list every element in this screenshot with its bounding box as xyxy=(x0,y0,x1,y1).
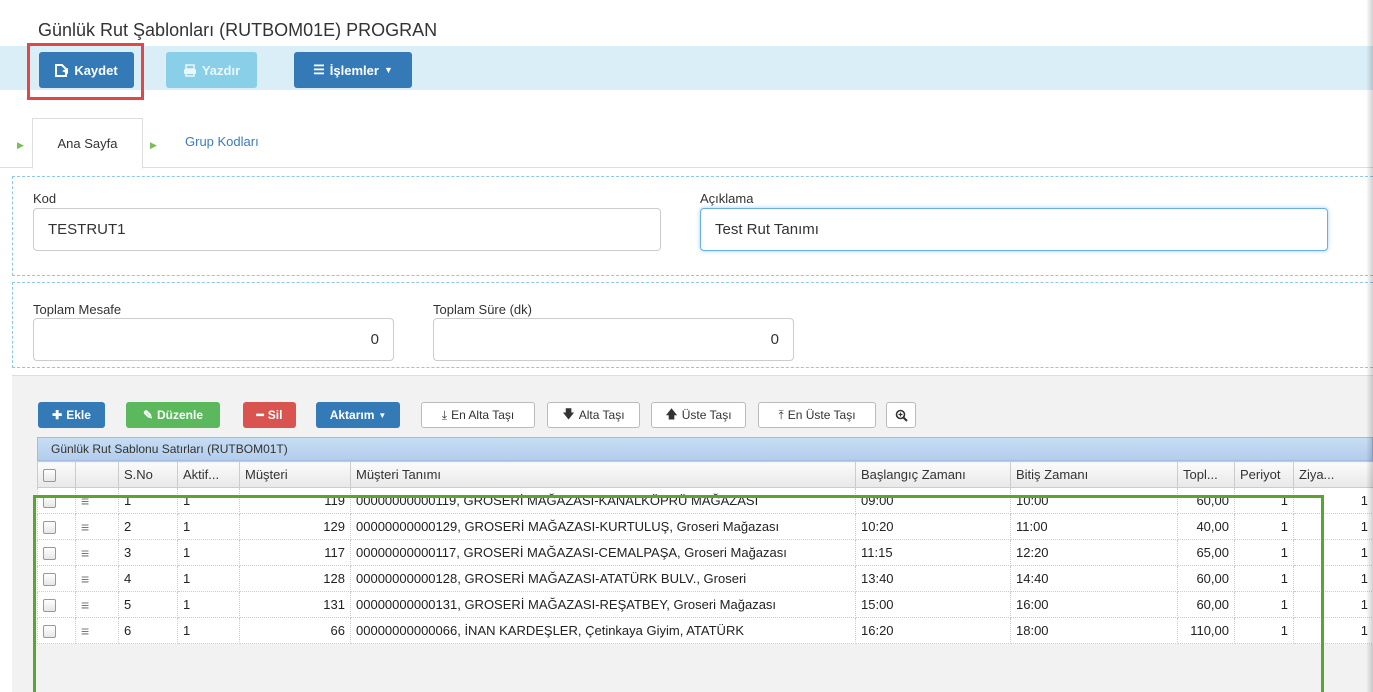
zoom-in-icon xyxy=(895,409,908,422)
window-edge-shadow xyxy=(1366,0,1373,692)
tab-grup-kodlari[interactable]: Grup Kodları xyxy=(185,134,259,149)
column-header[interactable]: Müşteri Tanımı xyxy=(350,461,856,488)
caret-down-icon: ▼ xyxy=(378,410,387,420)
column-header[interactable]: Periyot xyxy=(1234,461,1294,488)
arrow-down-icon: 🡇 xyxy=(562,406,575,421)
aciklama-field[interactable]: Test Rut Tanımı xyxy=(700,208,1328,251)
print-button[interactable]: Yazdır xyxy=(166,52,257,88)
plus-icon: ✚ xyxy=(52,408,63,422)
transfer-dropdown-button[interactable]: Aktarım ▼ xyxy=(316,402,400,428)
tab-ana-sayfa[interactable]: Ana Sayfa xyxy=(32,118,143,169)
column-header[interactable]: Aktif... xyxy=(177,461,240,488)
column-header[interactable]: Topl... xyxy=(1177,461,1235,488)
kod-field[interactable]: TESTRUT1 xyxy=(33,208,661,251)
minus-icon: ━ xyxy=(256,408,264,422)
printer-icon xyxy=(183,63,196,77)
column-header[interactable]: Başlangıç Zamanı xyxy=(855,461,1011,488)
list-icon: ☰ xyxy=(313,62,325,77)
highlight-box xyxy=(27,43,144,100)
highlight-box-rows xyxy=(33,495,1324,692)
column-header[interactable]: Müşteri xyxy=(239,461,351,488)
operations-button-label: İşlemler xyxy=(329,62,379,78)
grid-caption: Günlük Rut Sablonu Satırları (RUTBOM01T) xyxy=(37,437,1373,461)
tab-arrow-icon: ▶ xyxy=(17,140,24,150)
edit-icon: ✎ xyxy=(142,408,154,422)
delete-button[interactable]: ━ Sil xyxy=(243,402,296,428)
toplam-mesafe-field[interactable]: 0 xyxy=(33,318,394,361)
operations-dropdown-button[interactable]: ☰ İşlemler ▼ xyxy=(294,52,412,88)
aciklama-label: Açıklama xyxy=(700,191,754,206)
move-bottom-icon: ⤓ xyxy=(441,407,448,422)
kod-label: Kod xyxy=(33,191,57,206)
move-up-button[interactable]: 🡅 Üste Taşı xyxy=(651,402,746,428)
caret-down-icon: ▼ xyxy=(383,65,393,75)
checkbox-icon xyxy=(43,469,56,483)
toplam-sure-field[interactable]: 0 xyxy=(433,318,794,361)
grid-header-row: S.No Aktif... Müşteri Müşteri Tanımı Baş… xyxy=(37,461,1373,488)
toplam-sure-label: Toplam Süre (dk) xyxy=(433,302,532,317)
move-down-button[interactable]: 🡇 Alta Taşı xyxy=(547,402,640,428)
zoom-button[interactable] xyxy=(886,402,916,428)
drag-column-header xyxy=(75,461,119,488)
print-button-label: Yazdır xyxy=(201,62,241,78)
tab-arrow-icon: ▶ xyxy=(150,140,157,150)
toplam-mesafe-label: Toplam Mesafe xyxy=(33,302,122,317)
move-bottom-button[interactable]: ⤓ En Alta Taşı xyxy=(421,402,535,428)
move-top-button[interactable]: ⤒ En Üste Taşı xyxy=(758,402,876,428)
column-header[interactable]: S.No xyxy=(118,461,178,488)
arrow-up-icon: 🡅 xyxy=(665,406,678,421)
select-all-cell[interactable] xyxy=(37,461,76,488)
page-title: Günlük Rut Şablonları (RUTBOM01E) PROGRA… xyxy=(38,20,438,40)
move-top-icon: ⤒ xyxy=(778,407,784,422)
edit-button[interactable]: ✎ Düzenle xyxy=(126,402,220,428)
column-header[interactable]: Ziya... xyxy=(1293,461,1373,488)
add-button[interactable]: ✚ Ekle xyxy=(38,402,105,428)
column-header[interactable]: Bitiş Zamanı xyxy=(1010,461,1178,488)
